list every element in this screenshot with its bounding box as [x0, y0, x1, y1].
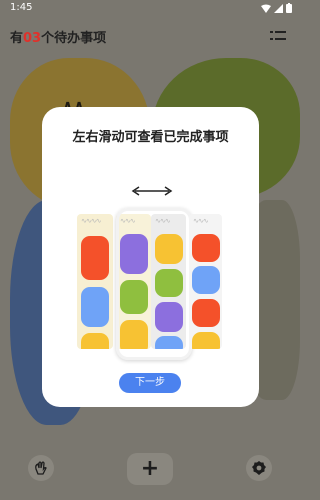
plus-icon: +: [140, 456, 160, 481]
add-todo-button[interactable]: +: [127, 453, 173, 485]
tile-red: [81, 236, 109, 280]
status-icons: [261, 3, 292, 13]
card-strip-4: ∿∿∿: [189, 214, 222, 349]
left-right-arrow-icon: [131, 186, 173, 196]
todo-count: 03: [23, 31, 42, 46]
next-step-button[interactable]: 下一步: [119, 373, 181, 393]
status-time: 1:45: [10, 2, 33, 13]
dialog-title: 左右滑动可查看已完成事项: [72, 130, 229, 145]
onboarding-dialog: 左右滑动可查看已完成事项 ∿∿∿∿ ∿∿∿ ∿∿∿ ∿∿∿ 下一步: [42, 107, 259, 407]
tile-blue: [81, 287, 109, 327]
tile-yellow: [192, 332, 220, 349]
status-bar: 1:45: [0, 0, 300, 18]
wifi-icon: [261, 4, 271, 13]
settings-button[interactable]: [246, 455, 272, 481]
wave-decor: ∿∿∿: [193, 217, 209, 225]
app-header: 有03个待办事项: [0, 22, 300, 50]
todo-count-title: 有03个待办事项: [10, 27, 106, 46]
wave-decor: ∿∿∿∿: [81, 217, 101, 225]
cell-signal-icon: [274, 3, 283, 13]
title-prefix: 有: [10, 31, 24, 46]
tile-blue: [192, 266, 220, 294]
title-suffix: 个待办事项: [41, 31, 107, 46]
wave-hand-button[interactable]: [28, 455, 54, 481]
phone-frame: [116, 208, 192, 360]
battery-icon: [286, 3, 292, 13]
settings-gear-icon: [252, 461, 266, 475]
tile-red: [192, 299, 220, 327]
tile-red: [192, 234, 220, 262]
tile-yellow: [81, 333, 109, 349]
swipe-illustration: ∿∿∿∿ ∿∿∿ ∿∿∿ ∿∿∿: [77, 208, 222, 360]
list-menu-icon[interactable]: [270, 30, 286, 42]
wave-hand-icon: [35, 461, 47, 475]
bottom-bar: +: [0, 448, 300, 488]
card-strip-1: ∿∿∿∿: [77, 214, 113, 349]
